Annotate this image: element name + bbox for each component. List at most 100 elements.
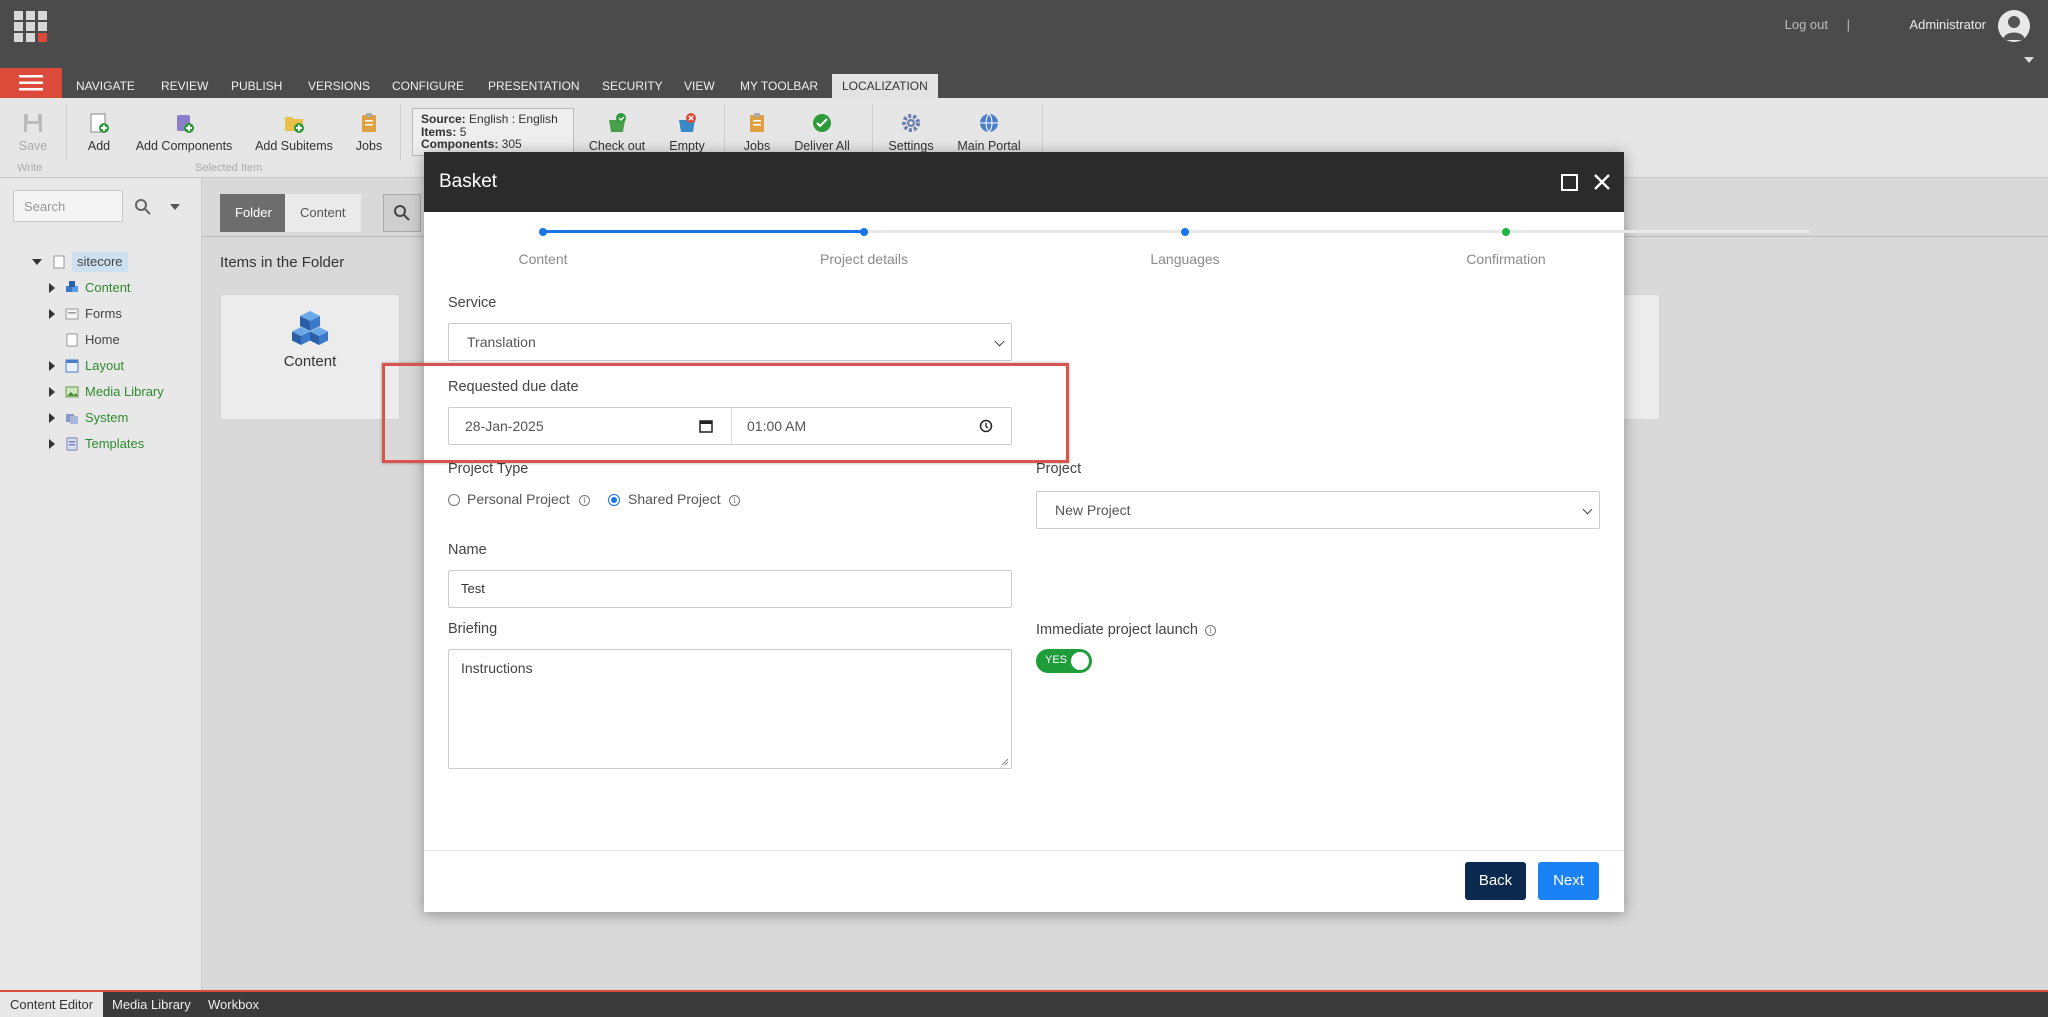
source-value: English : English — [469, 112, 558, 126]
expand-icon[interactable] — [49, 283, 55, 293]
briefing-label: Briefing — [448, 621, 498, 637]
tab-search[interactable] — [383, 194, 421, 232]
footer-divider — [424, 850, 1624, 851]
personal-project-label[interactable]: Personal Project — [467, 491, 570, 507]
search-icon[interactable] — [134, 198, 152, 216]
maximize-icon[interactable] — [1561, 174, 1578, 191]
tab-view[interactable]: VIEW — [674, 74, 725, 98]
search-icon — [394, 205, 410, 221]
tree-item-home[interactable]: Home — [65, 330, 120, 350]
separator: | — [1846, 17, 1850, 32]
back-button[interactable]: Back — [1465, 862, 1526, 900]
ribbon-tabs: NAVIGATE REVIEW PUBLISH VERSIONS CONFIGU… — [0, 52, 2048, 98]
tab-folder[interactable]: Folder — [220, 194, 287, 232]
close-icon[interactable] — [1592, 172, 1612, 192]
info-icon[interactable]: i — [579, 495, 590, 506]
add-button[interactable]: Add — [84, 112, 114, 153]
jobs-localization-button[interactable]: Jobs — [742, 112, 772, 153]
personal-project-radio[interactable] — [448, 494, 460, 506]
info-icon[interactable]: i — [729, 495, 740, 506]
tab-security[interactable]: SECURITY — [592, 74, 673, 98]
expand-icon[interactable] — [49, 413, 55, 423]
template-icon — [66, 437, 78, 451]
jobs-label: Jobs — [355, 139, 383, 153]
tab-content[interactable]: Content — [285, 194, 361, 232]
expand-icon[interactable] — [49, 361, 55, 371]
empty-button[interactable]: Empty — [667, 112, 707, 153]
tab-navigate[interactable]: NAVIGATE — [66, 74, 145, 98]
shared-project-label[interactable]: Shared Project — [628, 491, 721, 507]
info-icon[interactable]: i — [1205, 625, 1216, 636]
service-label: Service — [448, 295, 497, 311]
tree-item-label: Forms — [85, 306, 122, 321]
project-select[interactable]: New Project — [1036, 491, 1600, 529]
deliver-all-button[interactable]: Deliver All — [792, 112, 852, 153]
name-input[interactable]: Test — [448, 570, 1012, 608]
collapse-icon[interactable] — [32, 259, 42, 265]
step-confirmation[interactable]: Confirmation — [1466, 251, 1545, 267]
expand-icon[interactable] — [49, 309, 55, 319]
tree-item-layout[interactable]: Layout — [49, 356, 124, 376]
tab-versions[interactable]: VERSIONS — [298, 74, 380, 98]
basket-checkout-icon — [609, 113, 626, 132]
service-select[interactable]: Translation — [448, 323, 1012, 361]
ribbon-collapse-icon[interactable] — [2024, 57, 2034, 63]
add-subitems-button[interactable]: Add Subitems — [253, 112, 335, 153]
items-title: Items in the Folder — [220, 254, 345, 271]
expand-icon[interactable] — [49, 387, 55, 397]
page-icon — [53, 255, 65, 269]
search-dropdown-icon[interactable] — [170, 204, 180, 210]
settings-label: Settings — [888, 139, 934, 153]
tab-workbox[interactable]: Workbox — [198, 992, 269, 1017]
tab-my-toolbar[interactable]: MY TOOLBAR — [730, 74, 828, 98]
content-folder-card[interactable]: Content — [220, 294, 400, 420]
tab-publish[interactable]: PUBLISH — [221, 74, 292, 98]
search-input[interactable]: Search — [13, 190, 123, 222]
cubes-icon — [292, 311, 328, 345]
logout-link[interactable]: Log out — [1785, 17, 1828, 32]
selected-item-group-label: Selected Item — [195, 162, 263, 174]
user-name[interactable]: Administrator — [1909, 17, 1986, 32]
hamburger-menu-icon[interactable] — [0, 68, 62, 98]
add-components-button[interactable]: Add Components — [133, 112, 235, 153]
layout-icon — [65, 359, 79, 373]
image-icon — [65, 386, 79, 398]
step-project-details[interactable]: Project details — [820, 251, 908, 267]
tab-presentation[interactable]: PRESENTATION — [478, 74, 590, 98]
service-value: Translation — [467, 334, 536, 350]
tab-localization[interactable]: LOCALIZATION — [832, 74, 938, 98]
main-portal-button[interactable]: Main Portal — [956, 112, 1022, 153]
next-button[interactable]: Next — [1538, 862, 1599, 900]
deliver-all-icon — [813, 114, 831, 132]
jobs-button[interactable]: Jobs — [355, 112, 383, 153]
tree-item-forms[interactable]: Forms — [49, 304, 122, 324]
shared-project-radio[interactable] — [608, 494, 620, 506]
clipboard-icon — [750, 113, 764, 132]
check-out-button[interactable]: Check out — [588, 112, 646, 153]
resize-grip-icon[interactable] — [1001, 758, 1009, 766]
tree-item-content[interactable]: Content — [49, 278, 131, 298]
avatar-icon[interactable] — [1998, 10, 2030, 42]
step-languages[interactable]: Languages — [1150, 251, 1219, 267]
tree-item-system[interactable]: System — [49, 408, 128, 428]
tree-item-sitecore[interactable]: sitecore — [32, 252, 128, 272]
tab-media-library[interactable]: Media Library — [102, 992, 201, 1017]
expand-icon[interactable] — [49, 439, 55, 449]
basket-dialog: Basket Content Project details Languages… — [424, 152, 1809, 912]
apps-grid-icon[interactable] — [14, 11, 48, 43]
card-label: Content — [283, 353, 337, 370]
tab-content-editor[interactable]: Content Editor — [0, 992, 104, 1017]
settings-button[interactable]: Settings — [888, 112, 934, 153]
tab-review[interactable]: REVIEW — [151, 74, 218, 98]
immediate-launch-toggle[interactable]: YES — [1036, 649, 1092, 673]
tree-item-label: System — [85, 410, 129, 425]
save-button[interactable]: Save — [18, 112, 48, 153]
tree-item-media-library[interactable]: Media Library — [49, 382, 164, 402]
step-content[interactable]: Content — [518, 251, 567, 267]
briefing-textarea[interactable]: Instructions — [448, 649, 1012, 769]
tree-item-templates[interactable]: Templates — [49, 434, 144, 454]
add-label: Add — [87, 139, 111, 153]
tree-item-label: Home — [85, 332, 120, 347]
tab-configure[interactable]: CONFIGURE — [382, 74, 474, 98]
chevron-down-icon — [1582, 504, 1593, 515]
